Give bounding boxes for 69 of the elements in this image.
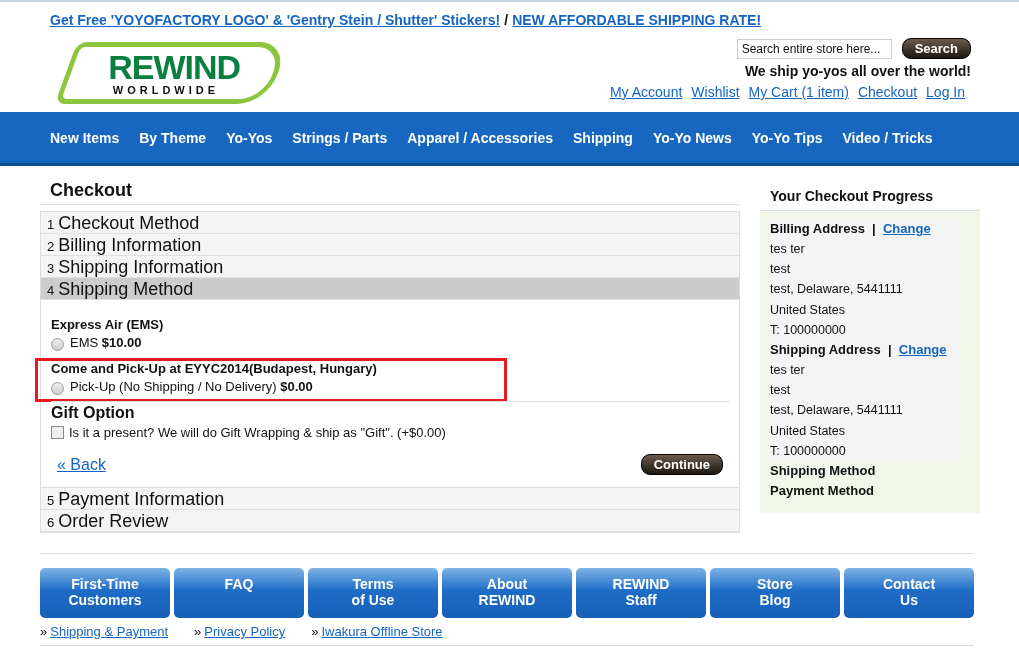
radio-button[interactable] [51, 382, 64, 395]
footer-button[interactable]: FAQ [174, 568, 304, 618]
address-line: test [770, 261, 792, 279]
account-link[interactable]: Checkout [857, 84, 918, 100]
option-label: Pick-Up (No Shipping / No Delivery) $0.00 [70, 379, 313, 394]
footer-button[interactable]: Store Blog [710, 568, 840, 618]
step-header[interactable]: 5 Payment Information [41, 488, 739, 510]
footer-button[interactable]: Contact Us [844, 568, 974, 618]
search-field[interactable]: Search entire store here... [736, 38, 892, 59]
footer-link[interactable]: Shipping & Payment [50, 624, 169, 639]
nav-link[interactable]: Strings / Parts [282, 129, 398, 146]
nav-link[interactable]: Video / Tricks [832, 129, 943, 146]
separator-text: | [872, 221, 876, 236]
address-line: test [770, 382, 792, 400]
step-header[interactable]: 2 Billing Information [41, 234, 739, 256]
address-line: tes ter [770, 241, 806, 258]
account-link[interactable]: My Cart (1 item) [748, 84, 849, 100]
step-header[interactable]: 3 Shipping Information [41, 256, 739, 278]
step-header[interactable]: 1 Checkout Method [41, 212, 739, 234]
section-heading: Payment Method [770, 482, 875, 501]
option-label: EMS $10.00 [70, 335, 142, 350]
nav-link[interactable]: Yo-Yo News [642, 129, 742, 146]
nav-link[interactable]: Shipping [563, 129, 643, 146]
step-header[interactable]: 6 Order Review [41, 510, 739, 532]
change-link[interactable]: Change [883, 221, 931, 236]
step-header[interactable]: 4 Shipping Method [41, 278, 739, 300]
separator-text: / [504, 12, 509, 28]
nav-link[interactable]: Yo-Yos [216, 129, 283, 146]
bullet-text: » [40, 624, 48, 639]
footer-button[interactable]: First-Time Customers [40, 568, 170, 618]
address-line: United States [770, 422, 847, 440]
address-line: tes ter [770, 362, 806, 379]
section-heading: Billing Address [770, 221, 865, 236]
address-line: United States [770, 301, 847, 319]
page-title: Checkout [40, 178, 740, 205]
account-link[interactable]: Log In [926, 84, 965, 100]
checkbox-label: Is it a present? We will do Gift Wrapping & ship as "Gift". (+$0.00) [69, 425, 446, 440]
promo-link[interactable]: Get Free 'YOYOFACTORY LOGO' & 'Gentry Stein / Shutter' Stickers! [50, 12, 501, 28]
footer-button[interactable]: Terms of Use [308, 568, 438, 618]
option-group-title: Come and Pick-Up at EYYC2014(Budapest, Hungary) [51, 361, 378, 376]
footer-link[interactable]: Privacy Policy [204, 624, 286, 639]
nav-link[interactable]: By Theme [129, 129, 217, 146]
change-link[interactable]: Change [898, 342, 947, 357]
address-line: T: 100000000 [770, 442, 847, 460]
account-link[interactable]: My Account [609, 84, 683, 100]
account-link[interactable]: Wishlist [691, 84, 740, 100]
footer-button[interactable]: About REWIND [442, 568, 572, 618]
promo-link[interactable]: NEW AFFORDABLE SHIPPING RATE! [512, 12, 762, 28]
bullet-text: » [194, 624, 202, 639]
separator-text: | [888, 342, 892, 357]
radio-button[interactable] [51, 338, 64, 351]
gift-title: Gift Option [51, 401, 729, 422]
bullet-text: » [311, 624, 319, 639]
nav-link[interactable]: Apparel / Accessories [397, 129, 564, 146]
nav-link[interactable]: Yo-Yo Tips [741, 129, 833, 146]
back-link[interactable]: « Back [57, 455, 106, 474]
search-button[interactable]: Search [901, 38, 971, 59]
section-heading: Shipping Address [770, 342, 881, 357]
address-line: test, Delaware, 5441111 [770, 281, 904, 299]
nav-link[interactable]: New Items [40, 129, 130, 146]
checkbox[interactable] [51, 426, 64, 439]
option-group-title: Express Air (EMS) [51, 317, 165, 332]
address-line: T: 100000000 [770, 321, 847, 339]
footer-link[interactable]: Iwakura Offline Store [321, 624, 443, 639]
tagline: We ship yo-yos all over the world! [744, 63, 971, 79]
continue-button[interactable]: Continue [640, 454, 723, 475]
footer-button[interactable]: REWIND Staff [576, 568, 706, 618]
address-line: test, Delaware, 5441111 [770, 402, 904, 420]
section-heading: Shipping Method [770, 462, 877, 481]
